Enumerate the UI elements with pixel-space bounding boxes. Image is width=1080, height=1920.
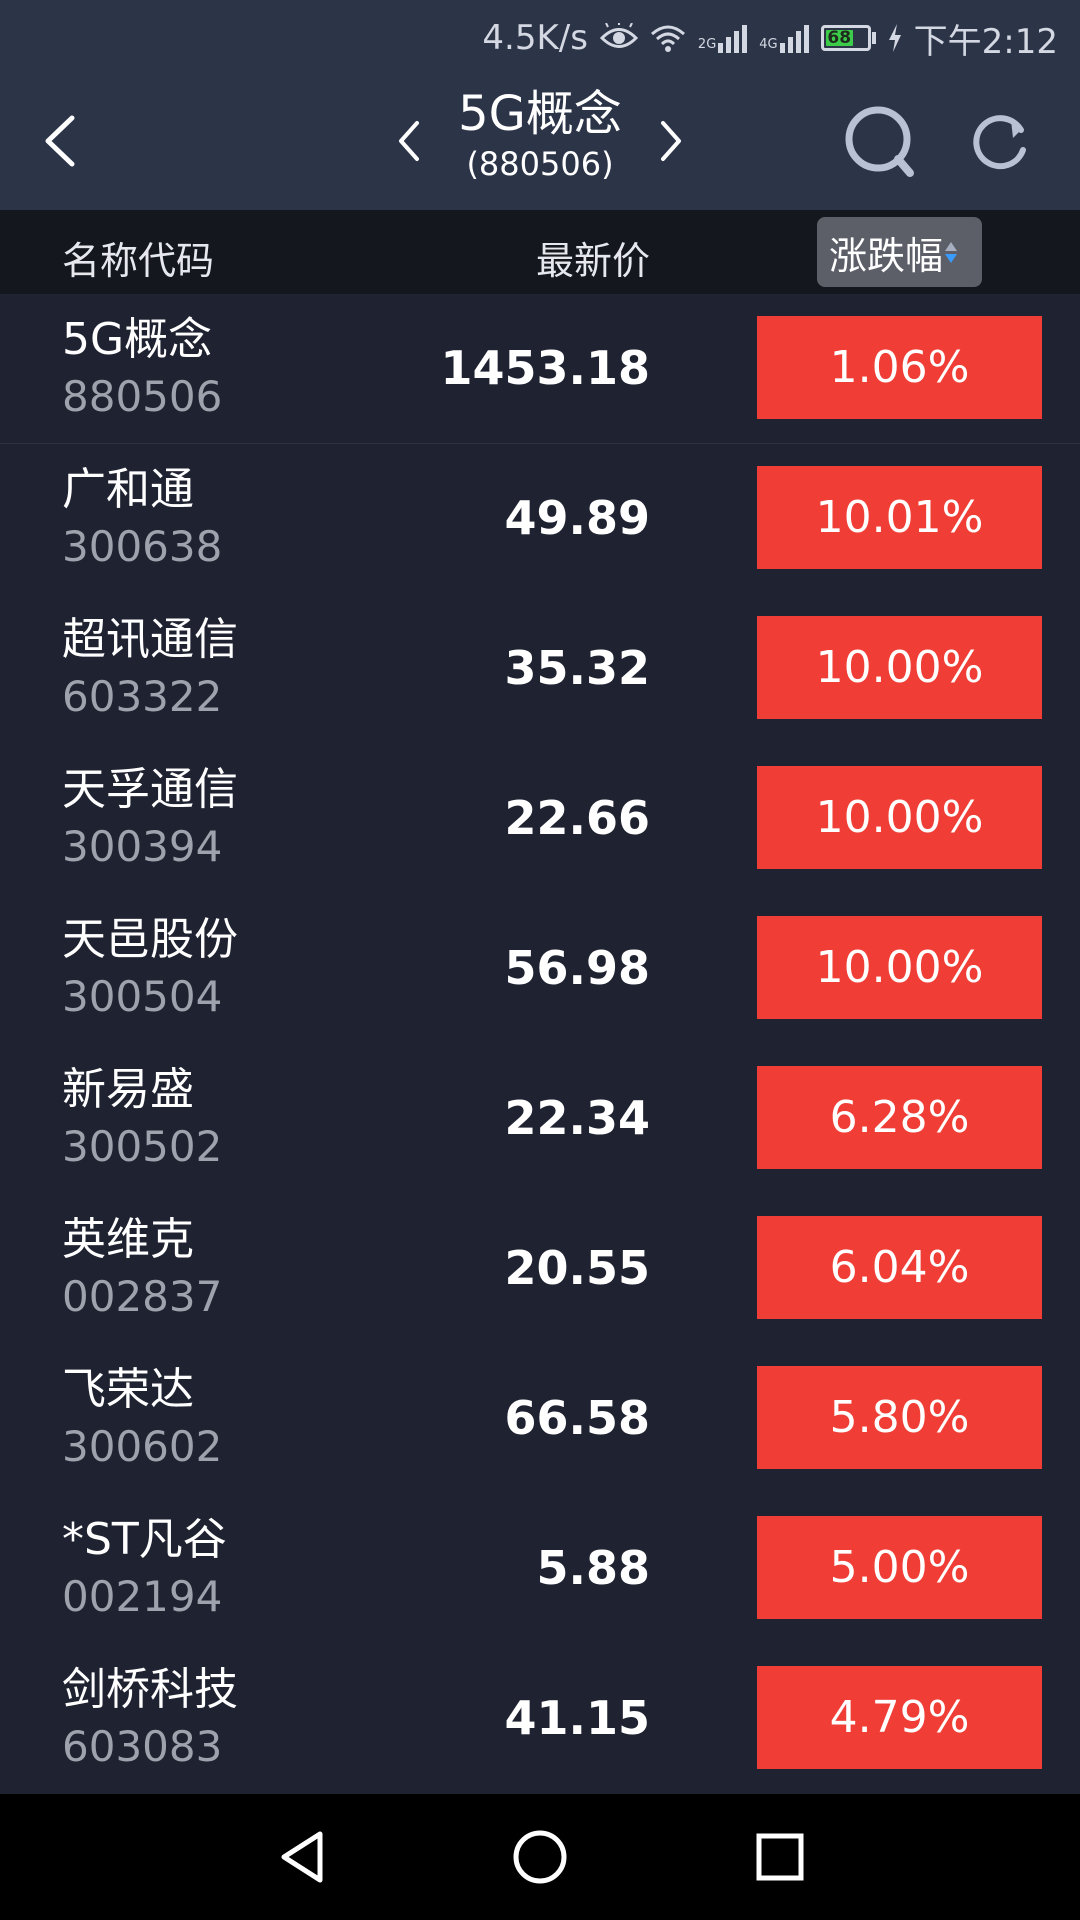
stock-price: 41.15 xyxy=(504,1691,650,1745)
sort-arrows-icon xyxy=(945,241,958,263)
net-speed: 4.5K/s xyxy=(482,18,588,58)
title-bar: 5G概念 (880506) xyxy=(0,76,1080,210)
table-row[interactable]: 剑桥科技 603083 41.15 4.79% xyxy=(0,1644,1080,1794)
stock-name: 超讯通信 xyxy=(62,614,238,665)
search-icon[interactable] xyxy=(840,101,920,181)
nav-back-icon[interactable] xyxy=(270,1822,340,1892)
stock-price: 35.32 xyxy=(504,641,650,695)
net-tag-4g: 4G xyxy=(759,37,778,52)
column-change-label: 涨跌幅 xyxy=(829,233,944,278)
column-name-code[interactable]: 名称代码 xyxy=(62,230,214,285)
stock-list: 5G概念 880506 1453.18 1.06% 广和通 300638 49.… xyxy=(0,294,1080,1794)
stock-code: 300504 xyxy=(62,972,223,1021)
status-bar: 4.5K/s 2G 4G 68 下午2:12 xyxy=(0,0,1080,76)
stock-name: 天邑股份 xyxy=(62,914,238,965)
table-row[interactable]: 超讯通信 603322 35.32 10.00% xyxy=(0,594,1080,744)
stock-code: 880506 xyxy=(62,372,223,421)
stock-code: 300602 xyxy=(62,1422,223,1471)
stock-code: 300638 xyxy=(62,522,223,571)
signal-icon: 4G xyxy=(759,23,809,53)
stock-price: 22.66 xyxy=(504,791,650,845)
battery-icon: 68 xyxy=(820,25,876,51)
table-row[interactable]: 英维克 002837 20.55 6.04% xyxy=(0,1194,1080,1344)
column-latest-price[interactable]: 最新价 xyxy=(536,230,650,285)
charging-icon xyxy=(888,24,902,52)
signal-icon: 2G xyxy=(697,23,748,53)
header: 4.5K/s 2G 4G 68 下午2:12 5G概念 (880506) xyxy=(0,0,1080,210)
stock-name: 5G概念 xyxy=(62,314,213,365)
nav-recent-icon[interactable] xyxy=(745,1822,815,1892)
column-change-sort[interactable]: 涨跌幅 xyxy=(817,217,982,287)
table-row[interactable]: 广和通 300638 49.89 10.01% xyxy=(0,444,1080,594)
wifi-icon xyxy=(650,23,686,53)
stock-name: 剑桥科技 xyxy=(62,1664,238,1715)
stock-code: 603322 xyxy=(62,672,223,721)
table-row[interactable]: 天邑股份 300504 56.98 10.00% xyxy=(0,894,1080,1044)
table-row[interactable]: 飞荣达 300602 66.58 5.80% xyxy=(0,1344,1080,1494)
table-row[interactable]: 天孚通信 300394 22.66 10.00% xyxy=(0,744,1080,894)
stock-code: 300502 xyxy=(62,1122,223,1171)
stock-name: 广和通 xyxy=(62,464,194,515)
stock-change-badge[interactable]: 6.04% xyxy=(757,1216,1042,1319)
stock-change-badge[interactable]: 5.00% xyxy=(757,1516,1042,1619)
stock-code: 603083 xyxy=(62,1722,223,1771)
refresh-icon[interactable] xyxy=(965,106,1035,176)
stock-change-badge[interactable]: 6.28% xyxy=(757,1066,1042,1169)
stock-change-badge[interactable]: 10.00% xyxy=(757,916,1042,1019)
stock-price: 1453.18 xyxy=(440,341,650,395)
stock-price: 49.89 xyxy=(504,491,650,545)
stock-name: 英维克 xyxy=(62,1214,194,1265)
stock-change-badge[interactable]: 10.01% xyxy=(757,466,1042,569)
stock-name: 新易盛 xyxy=(62,1064,194,1115)
stock-price: 22.34 xyxy=(504,1091,650,1145)
net-tag-2g: 2G xyxy=(697,37,717,52)
nav-bar xyxy=(0,1794,1080,1920)
stock-change-badge[interactable]: 5.80% xyxy=(757,1366,1042,1469)
table-row[interactable]: 5G概念 880506 1453.18 1.06% xyxy=(0,294,1080,444)
stock-price: 20.55 xyxy=(504,1241,650,1295)
stock-code: 002837 xyxy=(62,1272,223,1321)
stock-change-badge[interactable]: 10.00% xyxy=(757,616,1042,719)
stock-code: 300394 xyxy=(62,822,223,871)
table-row[interactable]: *ST凡谷 002194 5.88 5.00% xyxy=(0,1494,1080,1644)
stock-change-badge[interactable]: 4.79% xyxy=(757,1666,1042,1769)
stock-change-badge[interactable]: 10.00% xyxy=(757,766,1042,869)
stock-name: 飞荣达 xyxy=(62,1364,194,1415)
stock-code: 002194 xyxy=(62,1572,223,1621)
next-chevron-icon[interactable] xyxy=(645,111,695,171)
stock-name: 天孚通信 xyxy=(62,764,238,815)
status-time: 下午2:12 xyxy=(913,21,1058,62)
nav-home-icon[interactable] xyxy=(505,1822,575,1892)
battery-level: 68 xyxy=(825,28,853,48)
stock-price: 56.98 xyxy=(504,941,650,995)
column-header: 名称代码 最新价 涨跌幅 xyxy=(0,210,1080,294)
stock-price: 66.58 xyxy=(504,1391,650,1445)
stock-name: *ST凡谷 xyxy=(62,1514,227,1565)
stock-price: 5.88 xyxy=(536,1541,651,1595)
table-row[interactable]: 新易盛 300502 22.34 6.28% xyxy=(0,1044,1080,1194)
stock-change-badge[interactable]: 1.06% xyxy=(757,316,1042,419)
eye-icon xyxy=(599,23,638,53)
